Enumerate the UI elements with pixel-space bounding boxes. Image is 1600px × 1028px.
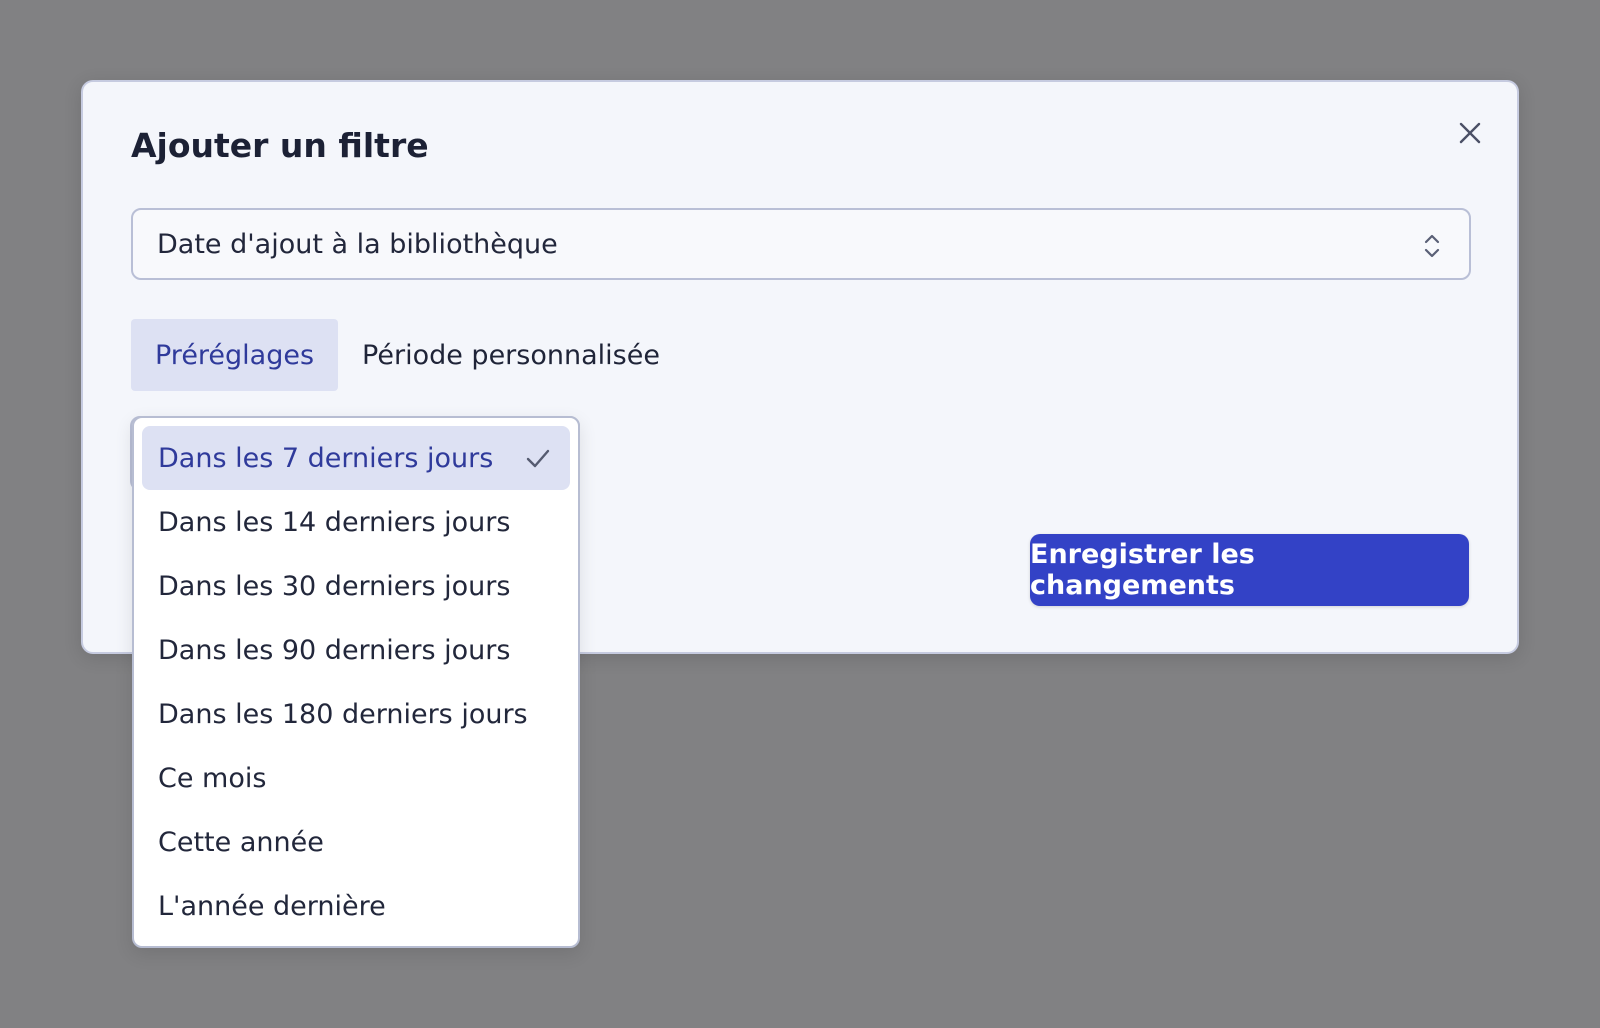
chevron-up-down-icon [1424, 234, 1440, 258]
tab-presets[interactable]: Préréglages [131, 319, 339, 391]
preset-dropdown-menu: Dans les 7 derniers jours Dans les 14 de… [132, 416, 580, 948]
preset-option-label: Dans les 14 derniers jours [158, 506, 511, 538]
close-button[interactable] [1453, 116, 1487, 150]
preset-option[interactable]: L'année dernière [142, 874, 570, 938]
preset-option-label: Dans les 90 derniers jours [158, 634, 511, 666]
close-icon [1459, 122, 1481, 144]
preset-option[interactable]: Dans les 90 derniers jours [142, 618, 570, 682]
filter-field-select[interactable]: Date d'ajout à la bibliothèque [131, 208, 1471, 280]
preset-option[interactable]: Ce mois [142, 746, 570, 810]
preset-option[interactable]: Cette année [142, 810, 570, 874]
preset-option-label: L'année dernière [158, 890, 386, 922]
save-changes-button[interactable]: Enregistrer les changements [1030, 534, 1469, 606]
preset-option-label: Ce mois [158, 762, 267, 794]
preset-option-label: Dans les 7 derniers jours [158, 442, 494, 474]
check-icon [526, 449, 550, 468]
preset-option-label: Cette année [158, 826, 324, 858]
preset-option[interactable]: Dans les 7 derniers jours [142, 426, 570, 490]
filter-mode-tabs: Préréglages Période personnalisée [131, 319, 684, 391]
preset-option-label: Dans les 30 derniers jours [158, 570, 511, 602]
tab-custom-period[interactable]: Période personnalisée [338, 319, 684, 391]
preset-option[interactable]: Dans les 14 derniers jours [142, 490, 570, 554]
modal-title: Ajouter un filtre [131, 126, 429, 165]
preset-option-label: Dans les 180 derniers jours [158, 698, 528, 730]
preset-option[interactable]: Dans les 30 derniers jours [142, 554, 570, 618]
filter-field-value: Date d'ajout à la bibliothèque [157, 228, 558, 260]
preset-option[interactable]: Dans les 180 derniers jours [142, 682, 570, 746]
